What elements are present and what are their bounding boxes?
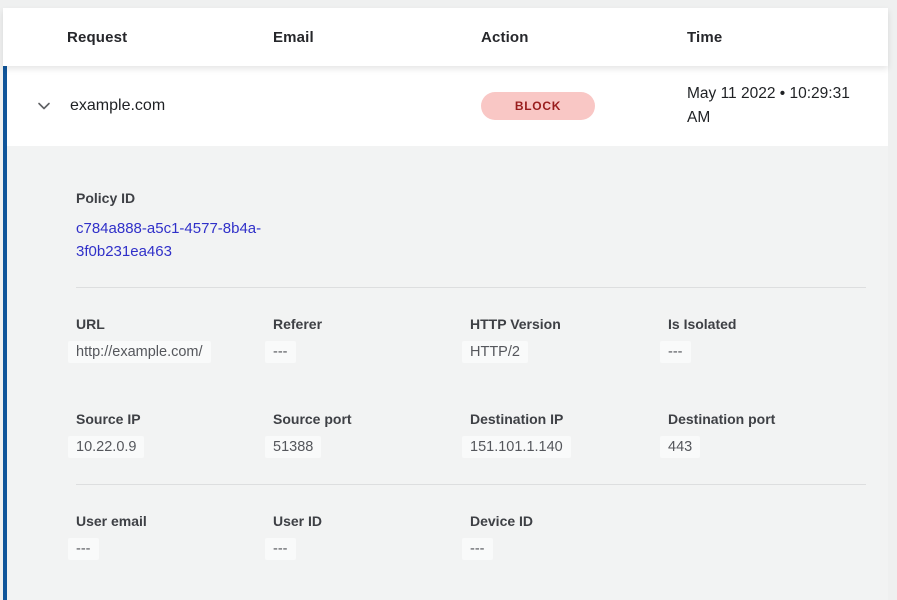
detail-field-group-user: User email --- User ID --- Device ID --- bbox=[76, 513, 861, 560]
column-header-request: Request bbox=[67, 29, 273, 46]
log-table-card: Request Email Action Time example.com BL… bbox=[3, 8, 888, 600]
policy-id-label: Policy ID bbox=[76, 190, 861, 206]
chevron-down-icon bbox=[35, 97, 53, 115]
destination-ip-value: 151.101.1.140 bbox=[462, 436, 571, 458]
source-ip-label: Source IP bbox=[76, 411, 273, 427]
referer-field: Referer --- bbox=[273, 316, 470, 363]
policy-id-field: Policy ID c784a888-a5c1-4577-8b4a-3f0b23… bbox=[76, 190, 861, 263]
source-port-label: Source port bbox=[273, 411, 470, 427]
referer-value: --- bbox=[265, 341, 296, 363]
source-port-field: Source port 51388 bbox=[273, 411, 470, 458]
column-header-action: Action bbox=[481, 29, 687, 46]
url-label: URL bbox=[76, 316, 273, 332]
destination-port-field: Destination port 443 bbox=[668, 411, 861, 458]
action-cell: BLOCK bbox=[481, 92, 687, 120]
device-id-field: Device ID --- bbox=[470, 513, 668, 560]
time-cell: May 11 2022 • 10:29:31 AM bbox=[687, 82, 888, 130]
is-isolated-value: --- bbox=[660, 341, 691, 363]
user-id-value: --- bbox=[265, 538, 296, 560]
destination-port-label: Destination port bbox=[668, 411, 861, 427]
http-version-field: HTTP Version HTTP/2 bbox=[470, 316, 668, 363]
divider bbox=[76, 484, 866, 485]
empty-cell bbox=[668, 513, 861, 560]
source-port-value: 51388 bbox=[265, 436, 321, 458]
block-action-badge: BLOCK bbox=[481, 92, 595, 120]
http-version-label: HTTP Version bbox=[470, 316, 668, 332]
http-version-value: HTTP/2 bbox=[462, 341, 528, 363]
detail-field-group-http: URL http://example.com/ Referer --- HTTP… bbox=[76, 316, 861, 363]
user-email-value: --- bbox=[68, 538, 99, 560]
user-id-field: User ID --- bbox=[273, 513, 470, 560]
destination-ip-field: Destination IP 151.101.1.140 bbox=[470, 411, 668, 458]
log-row[interactable]: example.com BLOCK May 11 2022 • 10:29:31… bbox=[3, 66, 888, 146]
column-header-time: Time bbox=[687, 29, 888, 46]
log-detail-panel: Policy ID c784a888-a5c1-4577-8b4a-3f0b23… bbox=[3, 146, 888, 600]
divider bbox=[76, 287, 866, 288]
detail-field-group-network: Source IP 10.22.0.9 Source port 51388 De… bbox=[76, 411, 861, 458]
column-header-email: Email bbox=[273, 29, 481, 46]
is-isolated-label: Is Isolated bbox=[668, 316, 861, 332]
user-email-label: User email bbox=[76, 513, 273, 529]
is-isolated-field: Is Isolated --- bbox=[668, 316, 861, 363]
policy-id-link[interactable]: c784a888-a5c1-4577-8b4a-3f0b231ea463 bbox=[76, 218, 291, 263]
row-expand-toggle[interactable] bbox=[7, 97, 67, 115]
destination-port-value: 443 bbox=[660, 436, 700, 458]
source-ip-value: 10.22.0.9 bbox=[68, 436, 144, 458]
request-cell: example.com bbox=[67, 97, 273, 115]
table-header-row: Request Email Action Time bbox=[3, 8, 888, 66]
device-id-label: Device ID bbox=[470, 513, 668, 529]
referer-label: Referer bbox=[273, 316, 470, 332]
user-email-field: User email --- bbox=[76, 513, 273, 560]
url-value: http://example.com/ bbox=[68, 341, 211, 363]
device-id-value: --- bbox=[462, 538, 493, 560]
url-field: URL http://example.com/ bbox=[76, 316, 273, 363]
source-ip-field: Source IP 10.22.0.9 bbox=[76, 411, 273, 458]
user-id-label: User ID bbox=[273, 513, 470, 529]
destination-ip-label: Destination IP bbox=[470, 411, 668, 427]
